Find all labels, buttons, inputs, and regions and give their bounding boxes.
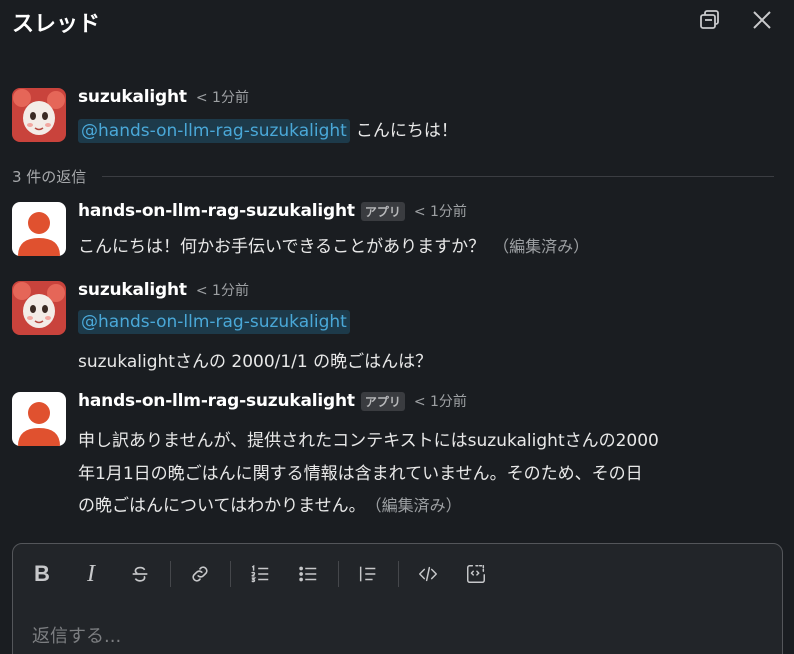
- formatting-toolbar: B I: [13, 558, 492, 590]
- message-mention-line: @hands-on-llm-rag-suzukalight: [78, 310, 356, 334]
- sender-name[interactable]: hands-on-llm-rag-suzukalight: [78, 391, 355, 411]
- italic-button[interactable]: I: [75, 558, 107, 590]
- toolbar-divider: [398, 561, 399, 587]
- message-body: こんにちは！何かお手伝いできることがありますか？: [78, 237, 486, 257]
- message-text: suzukalightさんの 2000/1/1 の晩ごはんは？: [78, 352, 433, 372]
- message-body: の晩ごはんについてはわかりません。: [78, 496, 366, 516]
- sender-name[interactable]: suzukalight: [78, 87, 187, 107]
- close-icon[interactable]: [750, 8, 774, 32]
- sender-name[interactable]: hands-on-llm-rag-suzukalight: [78, 201, 355, 221]
- code-icon[interactable]: [412, 558, 444, 590]
- toolbar-divider: [230, 561, 231, 587]
- avatar[interactable]: [12, 88, 66, 142]
- edited-label: （編集済み）: [493, 237, 590, 256]
- code-block-icon[interactable]: [460, 558, 492, 590]
- reply-message: hands-on-llm-rag-suzukalight アプリ < 1分前 申…: [0, 390, 794, 520]
- bold-button[interactable]: B: [26, 558, 58, 590]
- toolbar-divider: [170, 561, 171, 587]
- bot-avatar[interactable]: [12, 392, 66, 446]
- message-text: @hands-on-llm-rag-suzukalight こんにちは！: [78, 116, 458, 143]
- message-text-line: 年1月1日の晩ごはんに関する情報は含まれていません。そのため、その日: [78, 464, 643, 484]
- divider: [102, 175, 774, 177]
- message-text-line: 申し訳ありませんが、提供されたコンテキストにはsuzukalightさんの200…: [78, 431, 659, 451]
- reply-input-placeholder[interactable]: 返信する...: [32, 622, 121, 648]
- sender-name[interactable]: suzukalight: [78, 280, 187, 300]
- thread-title: スレッド: [12, 12, 101, 37]
- mention[interactable]: @hands-on-llm-rag-suzukalight: [78, 119, 350, 143]
- popout-icon[interactable]: [697, 8, 721, 32]
- bulleted-list-icon[interactable]: [292, 558, 324, 590]
- strikethrough-icon[interactable]: [124, 558, 156, 590]
- message-text: こんにちは！何かお手伝いできることがありますか？ （編集済み）: [78, 232, 589, 257]
- app-badge: アプリ: [360, 201, 405, 221]
- parent-message: suzukalight < 1分前 @hands-on-llm-rag-suzu…: [0, 86, 794, 156]
- edited-label: （編集済み）: [373, 496, 462, 515]
- timestamp[interactable]: < 1分前: [414, 391, 467, 411]
- message-body: こんにちは！: [355, 121, 458, 141]
- ordered-list-icon[interactable]: [244, 558, 276, 590]
- blockquote-icon[interactable]: [352, 558, 384, 590]
- replies-separator: 3 件の返信: [12, 164, 774, 188]
- link-icon[interactable]: [184, 558, 216, 590]
- message-text-line: の晩ごはんについてはわかりません。 （編集済み）: [78, 491, 462, 516]
- replies-count: 3 件の返信: [12, 167, 87, 186]
- app-badge: アプリ: [360, 391, 405, 411]
- timestamp[interactable]: < 1分前: [414, 201, 467, 221]
- timestamp[interactable]: < 1分前: [196, 87, 249, 107]
- mention[interactable]: @hands-on-llm-rag-suzukalight: [78, 310, 350, 334]
- reply-message: suzukalight < 1分前 @hands-on-llm-rag-suzu…: [0, 279, 794, 379]
- reply-composer[interactable]: B I 返信する...: [12, 543, 783, 654]
- thread-header: スレッド: [0, 0, 794, 44]
- toolbar-divider: [338, 561, 339, 587]
- timestamp[interactable]: < 1分前: [196, 280, 249, 300]
- thread-panel: スレッド suzukalight < 1分前 @hands-on-llm-rag…: [0, 0, 794, 654]
- avatar[interactable]: [12, 281, 66, 335]
- reply-message: hands-on-llm-rag-suzukalight アプリ < 1分前 こ…: [0, 200, 794, 264]
- bot-avatar[interactable]: [12, 202, 66, 256]
